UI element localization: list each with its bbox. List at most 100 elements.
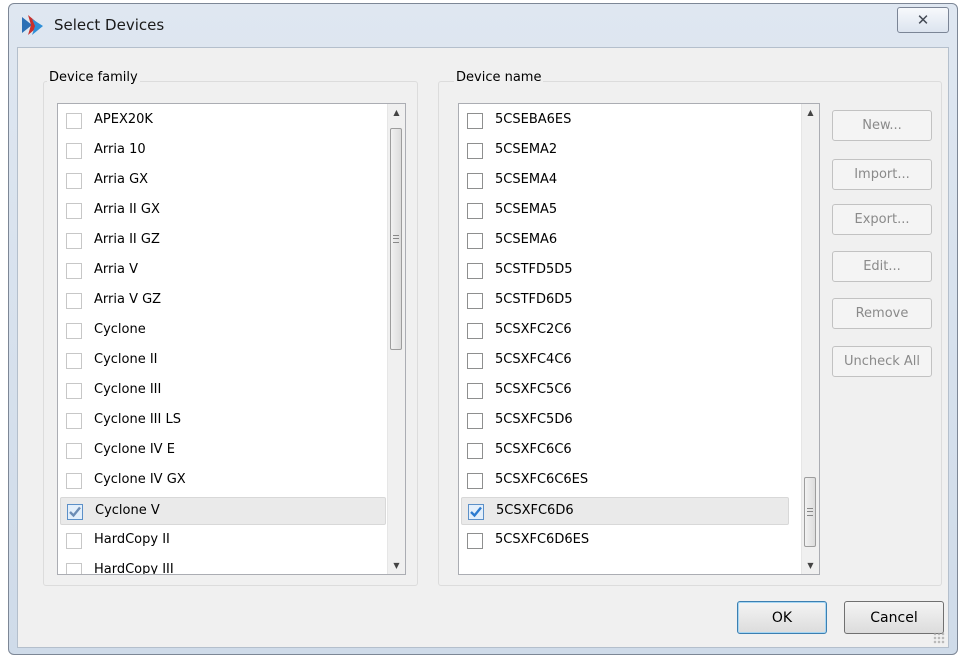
list-item-label: 5CSXFC2C6 <box>495 322 572 337</box>
edit-button[interactable]: Edit... <box>832 251 932 282</box>
list-item[interactable]: 5CSXFC4C6 <box>461 347 789 375</box>
list-item[interactable]: 5CSXFC6D6 <box>461 497 789 525</box>
checkbox[interactable] <box>66 173 82 189</box>
list-item[interactable]: 5CSTFD6D5 <box>461 287 789 315</box>
list-item-label: 5CSXFC6D6ES <box>495 532 590 547</box>
list-item[interactable]: 5CSEMA2 <box>461 137 789 165</box>
checkbox[interactable] <box>66 413 82 429</box>
scroll-up-arrow-icon[interactable]: ▲ <box>388 104 405 121</box>
list-item-label: 5CSXFC4C6 <box>495 352 572 367</box>
list-item[interactable]: Cyclone III LS <box>60 407 386 435</box>
checkbox[interactable] <box>467 323 483 339</box>
list-item[interactable]: 5CSXFC6C6ES <box>461 467 789 495</box>
list-item[interactable]: Cyclone IV GX <box>60 467 386 495</box>
list-item[interactable]: Arria 10 <box>60 137 386 165</box>
new-button[interactable]: New... <box>832 110 932 141</box>
list-item[interactable]: Arria V GZ <box>60 287 386 315</box>
list-item[interactable]: Cyclone IV E <box>60 437 386 465</box>
list-item-label: 5CSXFC6C6 <box>495 442 572 457</box>
close-button[interactable]: ✕ <box>897 7 949 33</box>
checkbox[interactable] <box>66 473 82 489</box>
remove-button[interactable]: Remove <box>832 298 932 329</box>
checkbox[interactable] <box>66 353 82 369</box>
list-item[interactable]: HardCopy III <box>60 557 386 574</box>
export-button[interactable]: Export... <box>832 204 932 235</box>
checkbox[interactable] <box>66 533 82 549</box>
checkbox[interactable] <box>467 443 483 459</box>
cancel-button[interactable]: Cancel <box>844 601 944 634</box>
checkbox[interactable] <box>66 113 82 129</box>
list-item[interactable]: 5CSEBA6ES <box>461 107 789 135</box>
list-item[interactable]: 5CSTFD5D5 <box>461 257 789 285</box>
checkbox[interactable] <box>66 323 82 339</box>
uncheck-all-button[interactable]: Uncheck All <box>832 346 932 377</box>
list-item-label: Arria 10 <box>94 142 146 157</box>
checkbox-checked[interactable] <box>468 504 484 520</box>
list-item[interactable]: Cyclone <box>60 317 386 345</box>
list-item[interactable]: 5CSXFC6D6ES <box>461 527 789 555</box>
checkbox[interactable] <box>66 263 82 279</box>
resize-grip-icon[interactable] <box>933 632 945 644</box>
checkbox[interactable] <box>467 263 483 279</box>
list-item[interactable]: Arria II GX <box>60 197 386 225</box>
checkbox[interactable] <box>467 533 483 549</box>
checkbox[interactable] <box>66 293 82 309</box>
list-item-label: Arria II GZ <box>94 232 160 247</box>
checkbox[interactable] <box>66 563 82 574</box>
list-item[interactable]: 5CSXFC5D6 <box>461 407 789 435</box>
list-item[interactable]: Cyclone III <box>60 377 386 405</box>
checkbox[interactable] <box>66 143 82 159</box>
checkbox-checked[interactable] <box>67 504 83 520</box>
list-item-label: Cyclone III LS <box>94 412 181 427</box>
list-item[interactable]: Cyclone II <box>60 347 386 375</box>
list-item[interactable]: APEX20K <box>60 107 386 135</box>
device-name-list[interactable]: 5CSEBA6ES 5CSEMA2 5CSEMA4 5CSEMA5 5CSEMA6 5CS… <box>458 103 820 575</box>
list-item-label: 5CSXFC5C6 <box>495 382 572 397</box>
checkbox[interactable] <box>66 203 82 219</box>
checkbox[interactable] <box>467 413 483 429</box>
device-family-list[interactable]: APEX20K Arria 10 Arria GX Arria II GX Arria … <box>57 103 406 575</box>
import-button[interactable]: Import... <box>832 159 932 190</box>
list-item-label: 5CSEMA2 <box>495 142 558 157</box>
device-name-label: Device name <box>454 70 544 85</box>
checkbox[interactable] <box>467 233 483 249</box>
device-name-scrollbar[interactable]: ▲ ▼ <box>801 104 819 574</box>
list-item[interactable]: 5CSXFC2C6 <box>461 317 789 345</box>
checkbox[interactable] <box>467 473 483 489</box>
checkbox[interactable] <box>66 443 82 459</box>
checkbox[interactable] <box>467 383 483 399</box>
list-item[interactable]: Arria V <box>60 257 386 285</box>
checkbox[interactable] <box>467 113 483 129</box>
quartus-logo-icon <box>22 15 43 35</box>
device-family-scrollbar[interactable]: ▲ ▼ <box>387 104 405 574</box>
list-item-label: 5CSXFC6C6ES <box>495 472 589 487</box>
scrollbar-thumb[interactable] <box>804 477 816 547</box>
list-item[interactable]: HardCopy II <box>60 527 386 555</box>
list-item[interactable]: Arria II GZ <box>60 227 386 255</box>
checkbox[interactable] <box>467 353 483 369</box>
checkbox[interactable] <box>467 173 483 189</box>
list-item-label: 5CSEMA4 <box>495 172 558 187</box>
list-item[interactable]: Arria GX <box>60 167 386 195</box>
list-item[interactable]: 5CSXFC6C6 <box>461 437 789 465</box>
ok-button[interactable]: OK <box>737 601 827 634</box>
scroll-down-arrow-icon[interactable]: ▼ <box>388 557 405 574</box>
list-item-label: 5CSXFC5D6 <box>495 412 573 427</box>
list-item[interactable]: 5CSXFC5C6 <box>461 377 789 405</box>
scroll-up-arrow-icon[interactable]: ▲ <box>802 104 819 121</box>
title-bar[interactable]: Select Devices ✕ <box>9 4 957 48</box>
list-item[interactable]: Cyclone V <box>60 497 386 525</box>
list-item[interactable]: 5CSEMA4 <box>461 167 789 195</box>
dialog-client-area: Device family APEX20K Arria 10 Arria GX Arr… <box>17 47 949 648</box>
list-item-label: Cyclone III <box>94 382 162 397</box>
list-item[interactable]: 5CSEMA5 <box>461 197 789 225</box>
scroll-down-arrow-icon[interactable]: ▼ <box>802 557 819 574</box>
checkbox[interactable] <box>66 233 82 249</box>
checkbox[interactable] <box>467 203 483 219</box>
list-item-label: 5CSTFD5D5 <box>495 262 573 277</box>
scrollbar-thumb[interactable] <box>390 128 402 350</box>
checkbox[interactable] <box>467 293 483 309</box>
checkbox[interactable] <box>467 143 483 159</box>
list-item[interactable]: 5CSEMA6 <box>461 227 789 255</box>
checkbox[interactable] <box>66 383 82 399</box>
